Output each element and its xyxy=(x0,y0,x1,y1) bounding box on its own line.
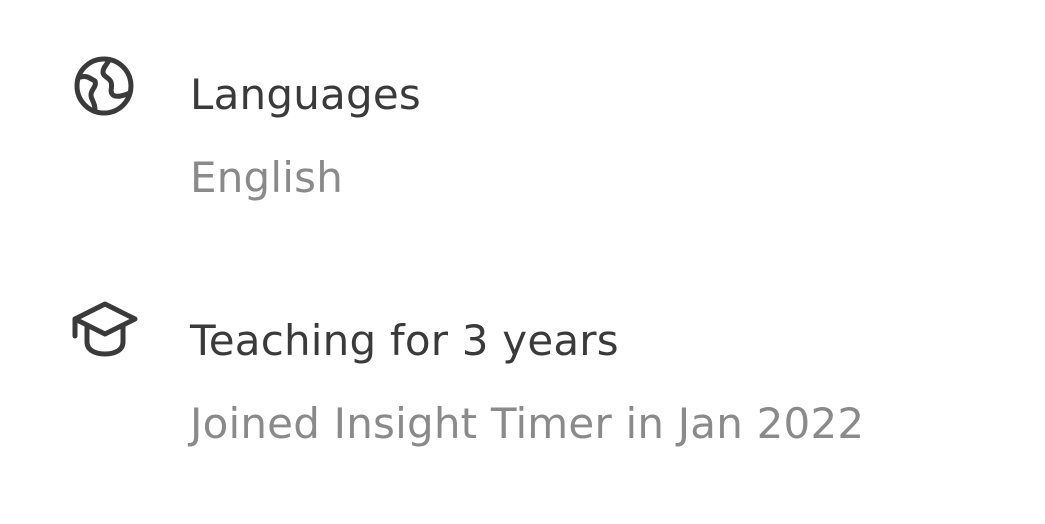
graduation-cap-icon xyxy=(71,300,139,358)
teaching-title: Teaching for 3 years xyxy=(190,316,619,365)
globe-icon xyxy=(73,55,135,117)
teaching-joined-date: Joined Insight Timer in Jan 2022 xyxy=(190,399,865,448)
teacher-info-section: Languages English Teaching for 3 years J… xyxy=(0,0,1045,524)
languages-value: English xyxy=(190,153,344,202)
languages-title: Languages xyxy=(190,70,421,119)
